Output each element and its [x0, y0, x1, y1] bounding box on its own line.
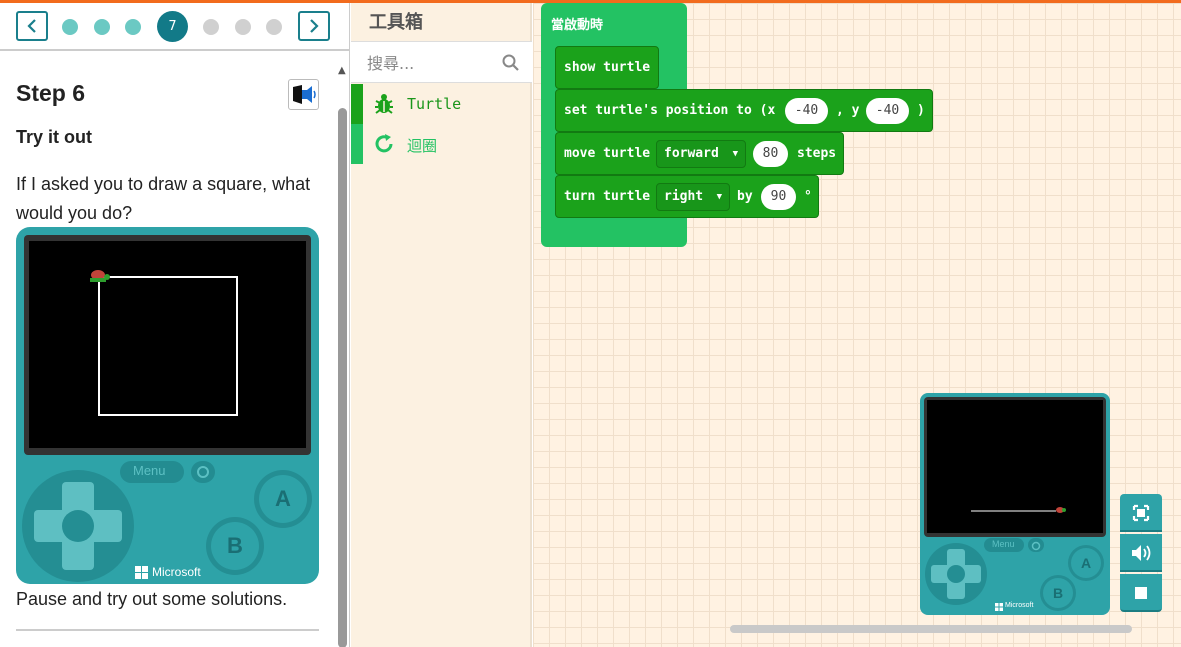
b-button: B	[206, 517, 264, 575]
category-turtle[interactable]: Turtle	[351, 84, 532, 124]
speaker-icon	[293, 85, 316, 104]
sim-b-label: B	[1043, 578, 1073, 608]
move-turtle-label: move turtle	[564, 146, 651, 161]
sim-dpad-center	[947, 565, 965, 583]
chevron-left-icon	[27, 19, 36, 33]
sim-a-label: A	[1071, 548, 1101, 578]
turn-direction-value: right	[664, 189, 704, 204]
chevron-right-icon	[310, 19, 319, 33]
windows-logo-icon	[135, 566, 148, 579]
read-aloud-button[interactable]	[288, 79, 319, 110]
panel-scrollbar[interactable]	[338, 108, 347, 647]
tutorial-game-console-image: Menu A B Microsoft	[16, 227, 319, 584]
turn-turtle-label: turn turtle	[564, 189, 651, 204]
move-turtle-block[interactable]: move turtle forward ▼ 80 steps	[555, 132, 844, 175]
category-loops[interactable]: 迴圈	[351, 124, 532, 164]
show-turtle-label: show turtle	[564, 60, 651, 75]
fullscreen-icon	[1132, 504, 1150, 522]
degree-symbol: °	[804, 189, 812, 204]
category-label-loops: 迴圈	[407, 137, 438, 155]
set-position-label: set turtle's position to (x	[564, 103, 776, 118]
a-button: A	[254, 470, 312, 528]
chevron-down-icon: ▼	[732, 149, 738, 159]
turn-turtle-block[interactable]: turn turtle right ▼ by 90 °	[555, 175, 819, 218]
sim-a-button[interactable]: A	[1068, 545, 1104, 581]
search-icon[interactable]	[502, 54, 520, 72]
steps-label: steps	[797, 146, 837, 161]
y-value-input[interactable]: -40	[866, 98, 909, 124]
refresh-icon	[1031, 541, 1041, 551]
by-label: by	[737, 189, 753, 204]
stop-button[interactable]	[1120, 574, 1162, 612]
sim-reset-button[interactable]	[1028, 538, 1044, 552]
previous-step-button[interactable]	[16, 11, 48, 41]
drawn-square	[98, 276, 238, 416]
dpad-center	[62, 510, 94, 542]
step-dot-current[interactable]: 7	[157, 11, 188, 42]
step-body-text: If I asked you to draw a square, what wo…	[16, 174, 311, 223]
turtle-bug-icon	[375, 94, 393, 114]
scroll-up-arrow[interactable]: ▲	[338, 65, 346, 76]
step-dot-2[interactable]	[94, 19, 110, 35]
blocks-workspace[interactable]: 當啟動時 show turtle set turtle's position t…	[533, 3, 1181, 647]
sim-dpad[interactable]	[925, 543, 987, 605]
menu-button: Menu	[120, 461, 184, 483]
sim-screen[interactable]	[927, 400, 1103, 533]
on-start-label: 當啟動時	[551, 18, 604, 33]
sim-menu-label: Menu	[992, 539, 1015, 549]
close-paren: )	[917, 103, 925, 118]
turtle-sprite-icon	[1056, 507, 1066, 513]
step-subtitle: Try it out	[16, 127, 92, 147]
workspace-horizontal-scrollbar[interactable]	[730, 625, 1132, 633]
toolbox-search	[351, 41, 532, 83]
stop-icon	[1135, 587, 1147, 599]
console-screen	[29, 241, 306, 448]
show-turtle-block[interactable]: show turtle	[555, 46, 659, 89]
a-button-label: A	[259, 475, 307, 523]
step-footer-text: Pause and try out some solutions.	[16, 589, 288, 609]
next-step-button[interactable]	[298, 11, 330, 41]
reset-button	[191, 461, 215, 483]
sim-b-button[interactable]: B	[1040, 575, 1076, 611]
b-button-label: B	[211, 522, 259, 570]
windows-logo-icon	[995, 603, 1003, 611]
toolbox-title: 工具箱	[369, 12, 423, 33]
move-steps-input[interactable]: 80	[753, 141, 788, 167]
sim-drawn-line	[971, 510, 1056, 512]
turn-direction-dropdown[interactable]: right ▼	[656, 183, 730, 211]
chevron-down-icon: ▼	[716, 192, 722, 202]
dpad-base	[22, 470, 134, 582]
x-value-input[interactable]: -40	[785, 98, 828, 124]
category-stripe	[351, 84, 363, 124]
step-title: Step 6	[16, 80, 86, 106]
sim-menu-button[interactable]: Menu	[984, 538, 1024, 552]
volume-icon	[1132, 545, 1151, 561]
tutorial-panel: 7 ▲ Step 6 Try it out If I asked you to …	[0, 3, 350, 647]
y-label: , y	[836, 103, 860, 118]
step-dot-5[interactable]	[203, 19, 219, 35]
step-dot-6[interactable]	[235, 19, 251, 35]
mute-button[interactable]	[1120, 534, 1162, 572]
category-label-turtle: Turtle	[407, 95, 462, 113]
set-position-block[interactable]: set turtle's position to (x -40 , y -40 …	[555, 89, 933, 132]
move-direction-dropdown[interactable]: forward ▼	[656, 140, 746, 168]
fullscreen-button[interactable]	[1120, 494, 1162, 532]
category-stripe	[351, 124, 363, 164]
panel-divider	[16, 629, 319, 631]
turtle-sprite-icon	[90, 270, 110, 282]
simulator-console[interactable]: Menu A B Microsoft	[920, 393, 1110, 615]
step-dot-1[interactable]	[62, 19, 78, 35]
step-navigation: 7	[0, 3, 349, 51]
brand-label: Microsoft	[152, 565, 201, 579]
search-input[interactable]	[367, 51, 497, 75]
step-dot-7[interactable]	[266, 19, 282, 35]
menu-label: Menu	[133, 463, 166, 478]
toolbox: 工具箱 Turtle 迴圈	[351, 3, 532, 647]
loop-icon	[375, 134, 393, 153]
sim-brand-label: Microsoft	[1005, 602, 1034, 609]
turn-degrees-input[interactable]: 90	[761, 184, 796, 210]
step-dot-3[interactable]	[125, 19, 141, 35]
refresh-icon	[197, 466, 209, 478]
move-direction-value: forward	[664, 146, 719, 161]
